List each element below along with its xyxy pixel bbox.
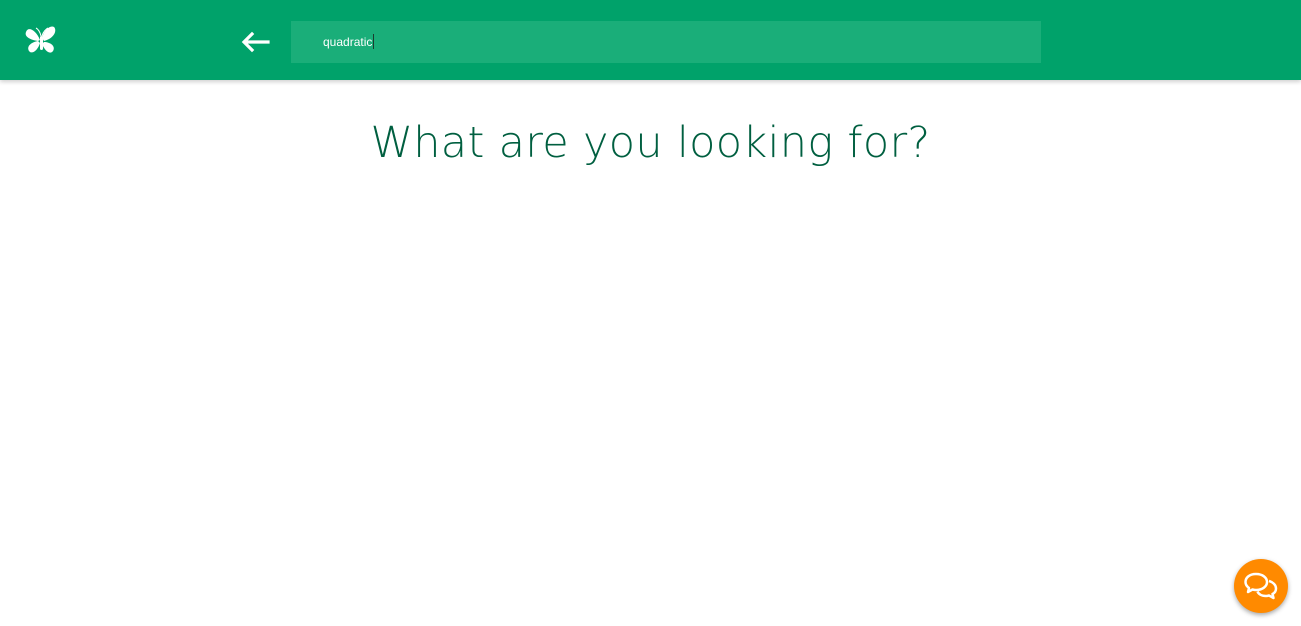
butterfly-icon[interactable] (24, 24, 58, 56)
search-input[interactable] (323, 21, 1023, 63)
text-cursor (373, 34, 374, 49)
back-button[interactable] (238, 27, 272, 57)
search-box (291, 21, 1041, 63)
live-chat-button[interactable] (1234, 559, 1288, 613)
arrow-left-icon (241, 31, 270, 53)
chat-bubbles-icon (1244, 572, 1278, 600)
top-navigation-bar (0, 0, 1301, 80)
page-title: What are you looking for? (370, 118, 931, 168)
